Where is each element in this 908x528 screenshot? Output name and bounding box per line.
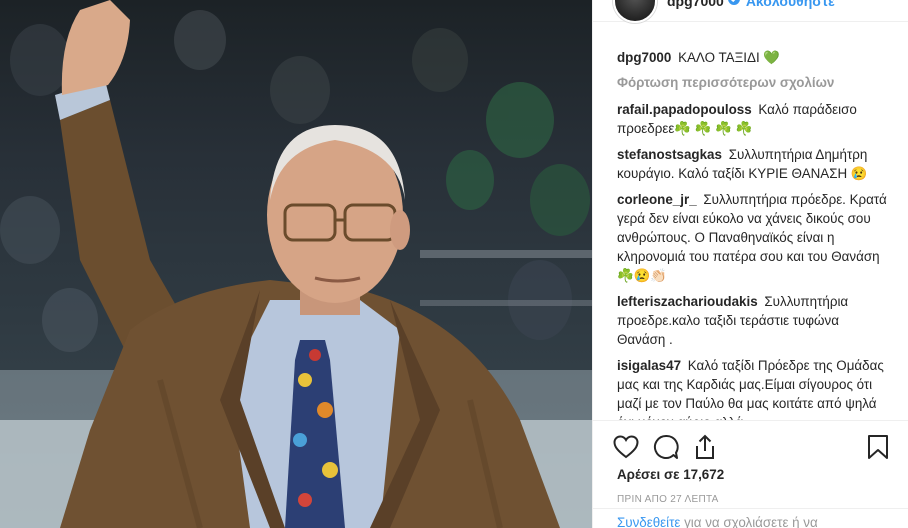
header-username[interactable]: dpg7000 xyxy=(667,0,724,9)
comment-item: corleone_jr_ Συλλυπητήρια πρόεδρε. Κρατά… xyxy=(617,190,889,285)
comment-item: isigalas47 Καλό ταξίδι Πρόεδρε της Ομάδα… xyxy=(617,356,889,420)
login-prompt: Συνδεθείτε για να σχολιάσετε ή να xyxy=(593,508,908,528)
bookmark-icon[interactable] xyxy=(867,432,893,462)
comment-item: stefanostsagkas Συλλυπητήρια Δημήτρη κου… xyxy=(617,145,889,183)
photo-illustration xyxy=(0,0,592,528)
comment-username[interactable]: lefteriszacharioudakis xyxy=(617,294,758,309)
caption-username[interactable]: dpg7000 xyxy=(617,50,671,65)
action-icon-row xyxy=(613,429,893,465)
comment-item: rafail.papadopouloss Καλό παράδεισο προε… xyxy=(617,100,889,138)
verified-badge-icon xyxy=(727,0,740,8)
heart-outline-icon[interactable] xyxy=(613,432,653,462)
caption-emoji: 💚 xyxy=(763,50,781,65)
login-prompt-text: για να σχολιάσετε ή να xyxy=(680,515,818,528)
comment-item: lefteriszacharioudakis Συλλυπητήρια προε… xyxy=(617,292,889,349)
caption-text: ΚΑΛΟ ΤΑΞΙΔΙ xyxy=(678,50,760,65)
post-actions: Αρέσει σε 17,672 ΠΡΙΝ ΑΠΟ 27 ΛΕΠΤΑ xyxy=(593,420,908,520)
avatar[interactable] xyxy=(613,0,657,23)
comment-username[interactable]: corleone_jr_ xyxy=(617,192,697,207)
post-header: dpg7000 Ακολουθήστε xyxy=(593,0,908,23)
login-link[interactable]: Συνδεθείτε xyxy=(617,515,680,528)
share-icon[interactable] xyxy=(693,432,733,462)
post-sidebar: dpg7000 Ακολουθήστε dpg7000 ΚΑΛΟ ΤΑΞΙΔΙ … xyxy=(592,0,908,528)
comment-username[interactable]: isigalas47 xyxy=(617,358,681,373)
post-photo[interactable] xyxy=(0,0,592,528)
comment-username[interactable]: stefanostsagkas xyxy=(617,147,722,162)
likes-count[interactable]: Αρέσει σε 17,672 xyxy=(613,467,893,482)
post-caption: dpg7000 ΚΑΛΟ ΤΑΞΙΔΙ 💚 xyxy=(617,48,889,67)
follow-button[interactable]: Ακολουθήστε xyxy=(746,0,835,9)
comment-bubble-icon[interactable] xyxy=(653,432,693,462)
comments-list[interactable]: dpg7000 ΚΑΛΟ ΤΑΞΙΔΙ 💚 Φόρτωση περισσότερ… xyxy=(593,44,908,420)
post-timestamp[interactable]: ΠΡΙΝ ΑΠΟ 27 ΛΕΠΤΑ xyxy=(613,494,893,505)
comment-username[interactable]: rafail.papadopouloss xyxy=(617,102,752,117)
load-more-comments-button[interactable]: Φόρτωση περισσότερων σχολίων xyxy=(617,73,889,92)
